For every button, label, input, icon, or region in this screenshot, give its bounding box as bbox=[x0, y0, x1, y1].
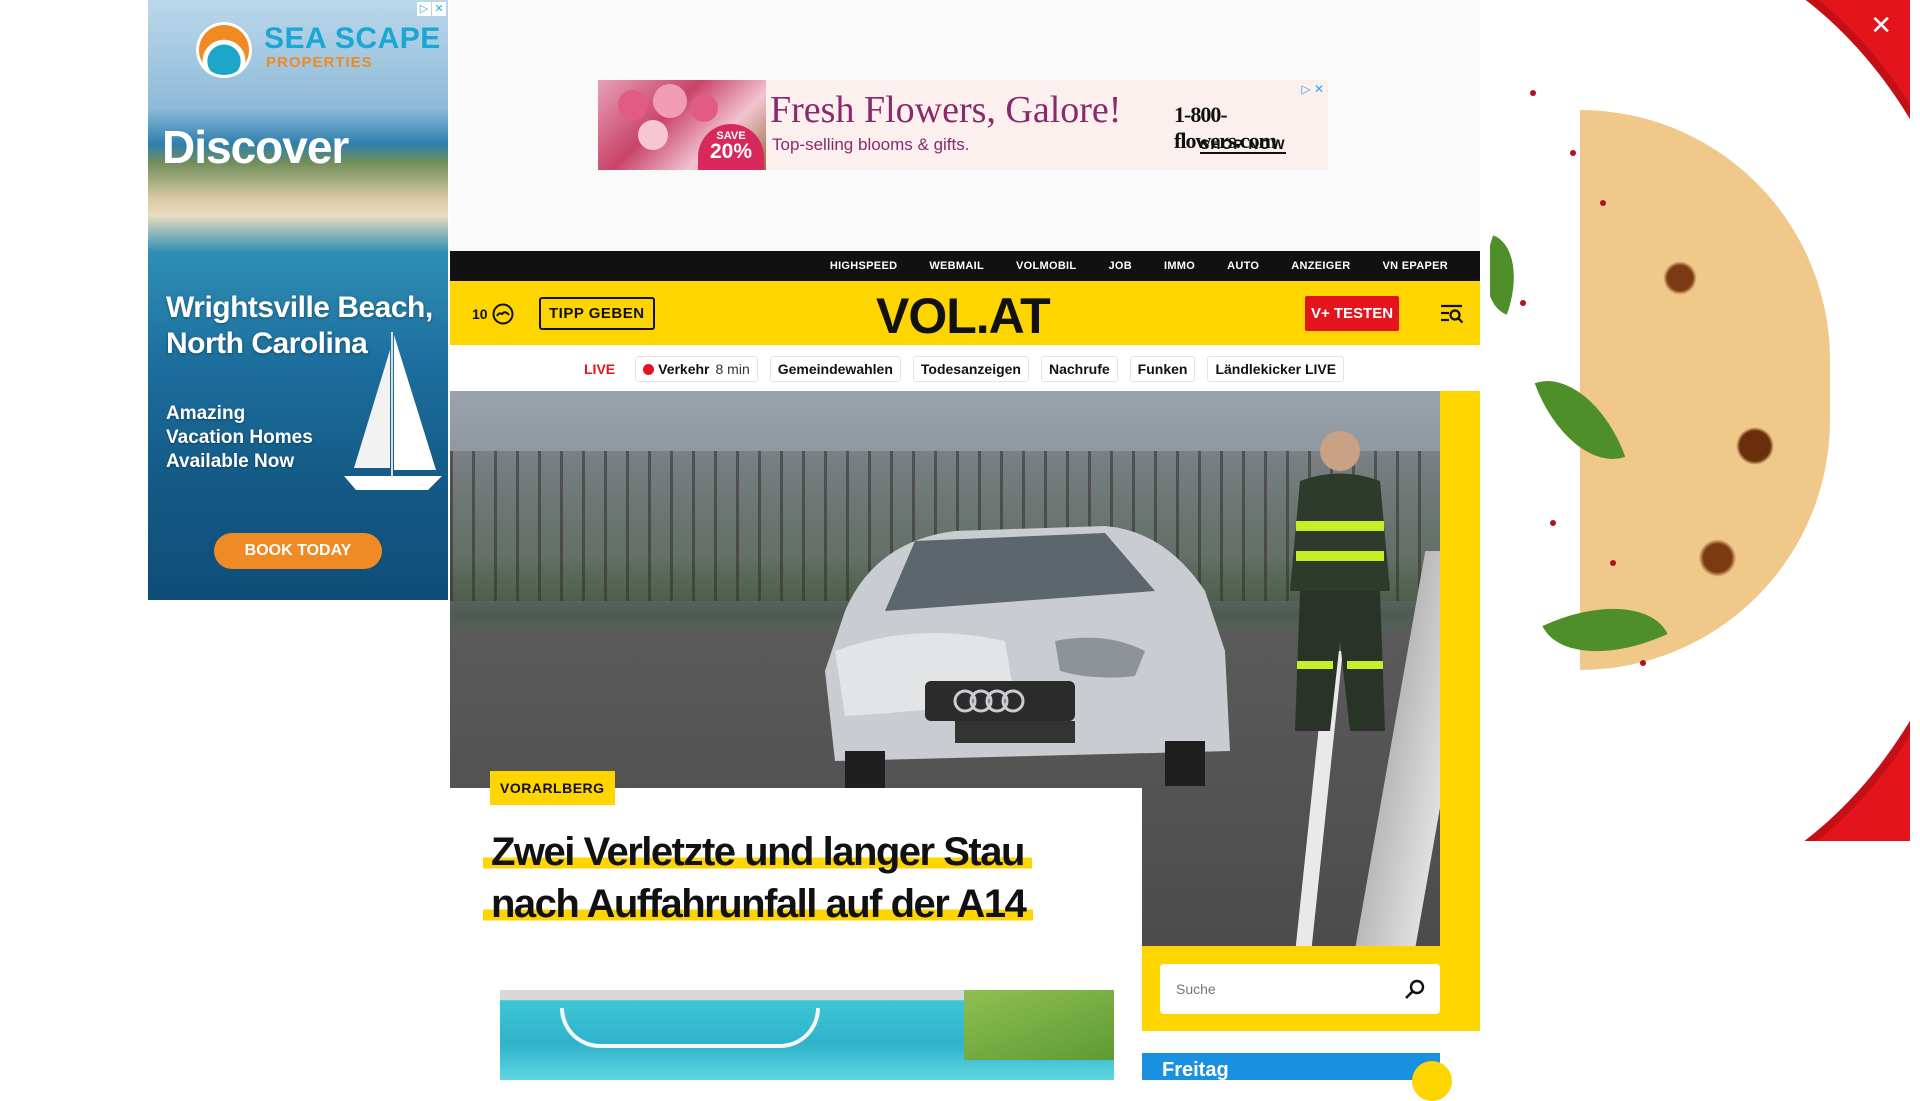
wave-logo-icon bbox=[196, 22, 252, 78]
flowers-leaderboard-ad[interactable]: SAVE 20% Fresh Flowers, Galore! Top-sell… bbox=[598, 80, 1328, 170]
adchoices-icon[interactable]: ▷ bbox=[417, 2, 431, 16]
close-icon[interactable]: ✕ bbox=[1870, 10, 1892, 41]
topnav-item-job[interactable]: JOB bbox=[1092, 260, 1148, 272]
live-label: LIVE bbox=[584, 361, 616, 377]
topic-chip-gemeindewahlen[interactable]: Gemeindewahlen bbox=[769, 356, 901, 382]
topic-chip-verkehr[interactable]: Verkehr 8 min bbox=[635, 356, 758, 382]
sun-icon bbox=[1412, 1061, 1452, 1101]
weather-widget[interactable]: 10 bbox=[472, 303, 514, 325]
search-input[interactable] bbox=[1160, 964, 1440, 1014]
top-service-nav: HIGHSPEED WEBMAIL VOLMOBIL JOB IMMO AUTO… bbox=[450, 251, 1480, 281]
forecast-day: Freitag bbox=[1162, 1059, 1229, 1081]
firefighter-image bbox=[1290, 431, 1390, 731]
search-icon[interactable] bbox=[1404, 978, 1426, 1000]
cloud-icon bbox=[492, 303, 514, 325]
topic-chip-laendlekicker-live[interactable]: Ländlekicker LIVE bbox=[1207, 356, 1345, 382]
topnav-item-anzeiger[interactable]: ANZEIGER bbox=[1275, 260, 1366, 272]
topic-chip-todesanzeigen[interactable]: Todesanzeigen bbox=[912, 356, 1029, 382]
weather-forecast-card[interactable]: Freitag bbox=[1142, 1053, 1452, 1101]
damaged-car-image bbox=[825, 526, 1230, 791]
article-headline[interactable]: Zwei Verletzte und langer Stau nach Auff… bbox=[483, 826, 1103, 930]
article-headline-text[interactable]: Zwei Verletzte und langer Stau nach Auff… bbox=[483, 830, 1034, 926]
topnav-item-auto[interactable]: AUTO bbox=[1211, 260, 1275, 272]
topnav-item-volmobil[interactable]: VOLMOBIL bbox=[1000, 260, 1092, 272]
topic-chip-funken[interactable]: Funken bbox=[1129, 356, 1196, 382]
save-badge-value: 20% bbox=[709, 140, 753, 163]
site-logo[interactable]: VOL.AT bbox=[876, 287, 1051, 345]
ad-brand-name: SEA SCAPE bbox=[264, 22, 441, 55]
adchoices-icon[interactable]: ▷ ✕ bbox=[1301, 82, 1324, 96]
topnav-item-immo[interactable]: IMMO bbox=[1148, 260, 1211, 272]
live-dot-icon bbox=[643, 363, 655, 375]
left-skyscraper-ad[interactable]: ▷ ✕ SEA SCAPE PROPERTIES Discover Wright… bbox=[148, 0, 448, 600]
flowers-ad-headline: Fresh Flowers, Galore! bbox=[770, 89, 1122, 131]
save-badge: SAVE 20% bbox=[698, 124, 764, 170]
pool-steps bbox=[560, 1008, 820, 1048]
ad-brand-sub: PROPERTIES bbox=[266, 54, 373, 71]
temperature-value: 10 bbox=[472, 306, 488, 322]
topic-chip-nachrufe[interactable]: Nachrufe bbox=[1040, 356, 1118, 382]
ad-close-icon[interactable]: ✕ bbox=[432, 2, 446, 16]
book-today-button[interactable]: BOOK TODAY bbox=[214, 533, 382, 569]
topic-chip-meta: 8 min bbox=[715, 361, 750, 377]
category-tag[interactable]: VORARLBERG bbox=[490, 771, 615, 805]
teaser-image-pool[interactable] bbox=[500, 990, 1114, 1080]
shop-now-link[interactable]: SHOP NOW bbox=[1200, 136, 1286, 154]
ad-choices[interactable]: ▷ ✕ bbox=[417, 2, 446, 16]
sidebar-accent bbox=[1440, 391, 1480, 1031]
ad-headline: Discover bbox=[162, 121, 349, 173]
menu-search-icon[interactable] bbox=[1440, 303, 1464, 325]
site-header: 10 TIPP GEBEN VOL.AT V+ TESTEN bbox=[450, 281, 1480, 345]
topic-bar: LIVE Verkehr 8 min Gemeindewahlen Todesa… bbox=[450, 345, 1480, 391]
topnav-item-webmail[interactable]: WEBMAIL bbox=[913, 260, 1000, 272]
search-panel bbox=[1142, 946, 1440, 1031]
topnav-item-vn-epaper[interactable]: VN EPAPER bbox=[1367, 260, 1464, 272]
topic-chip-label: Verkehr bbox=[658, 361, 710, 377]
vplus-testen-button[interactable]: V+ TESTEN bbox=[1305, 296, 1399, 331]
right-takeover-ad[interactable]: ✕ bbox=[1490, 0, 1910, 841]
flowers-ad-subline: Top-selling blooms & gifts. bbox=[772, 135, 970, 154]
topnav-item-highspeed[interactable]: HIGHSPEED bbox=[814, 260, 914, 272]
sailboat-icon bbox=[344, 332, 442, 490]
lawn bbox=[964, 990, 1114, 1060]
tipp-geben-button[interactable]: TIPP GEBEN bbox=[539, 297, 655, 330]
ad-tagline: Amazing Vacation Homes Available Now bbox=[166, 403, 313, 472]
